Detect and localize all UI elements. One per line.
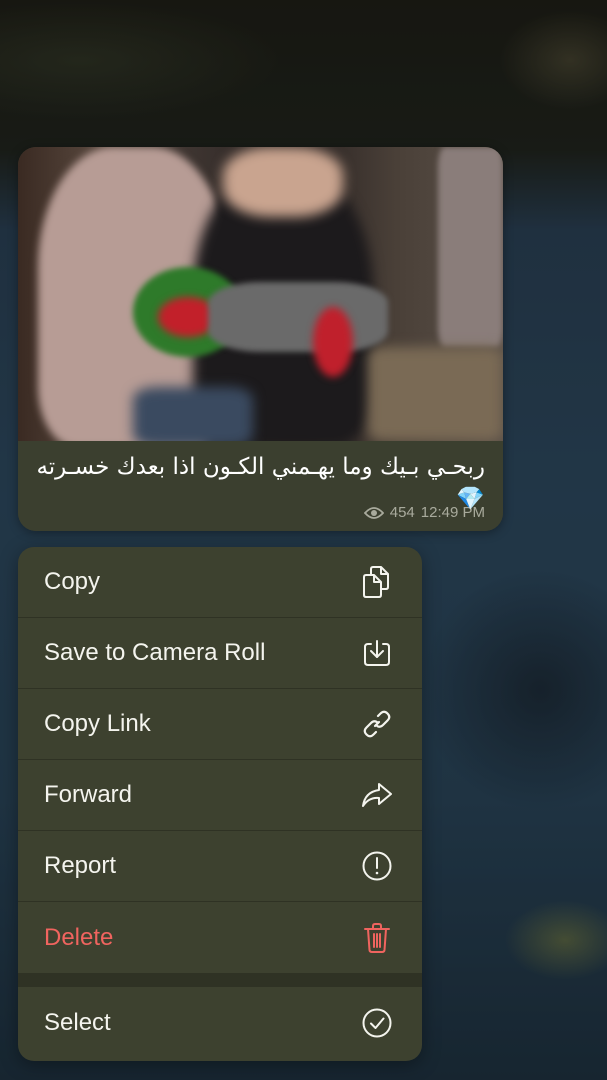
message-meta: 454 12:49 PM [363, 504, 485, 521]
menu-item-copy-link[interactable]: Copy Link [18, 689, 422, 760]
menu-item-label: Select [44, 1009, 111, 1036]
copy-icon [360, 565, 394, 599]
message-time: 12:49 PM [420, 504, 485, 521]
context-menu: Copy Save to Camera Roll Copy Link Forwa… [18, 547, 422, 1061]
menu-item-label: Forward [44, 781, 133, 808]
message-photo[interactable] [18, 147, 503, 441]
report-icon [360, 849, 394, 883]
menu-item-forward[interactable]: Forward [18, 760, 422, 831]
menu-item-label: Report [44, 852, 117, 879]
menu-item-save-to-camera-roll[interactable]: Save to Camera Roll [18, 618, 422, 689]
menu-separator [18, 973, 422, 987]
menu-item-label: Delete [44, 923, 114, 951]
download-icon [360, 636, 394, 670]
menu-item-label: Save to Camera Roll [44, 639, 266, 666]
menu-item-select[interactable]: Select [18, 987, 422, 1059]
menu-item-label: Copy [44, 568, 101, 595]
view-count: 454 [389, 504, 415, 521]
checkmark-circle-icon [360, 1006, 394, 1040]
message-bubble[interactable]: ربحـي بـيك وما يهـمني الكـون اذا بعدك خس… [18, 147, 503, 531]
menu-item-report[interactable]: Report [18, 831, 422, 902]
trash-icon [360, 921, 394, 955]
menu-item-label: Copy Link [44, 710, 151, 737]
menu-item-delete[interactable]: Delete [18, 902, 422, 973]
message-caption-area: ربحـي بـيك وما يهـمني الكـون اذا بعدك خس… [18, 441, 503, 531]
forward-icon [360, 778, 394, 812]
menu-item-copy[interactable]: Copy [18, 547, 422, 618]
link-icon [360, 707, 394, 741]
eye-icon [363, 506, 384, 520]
